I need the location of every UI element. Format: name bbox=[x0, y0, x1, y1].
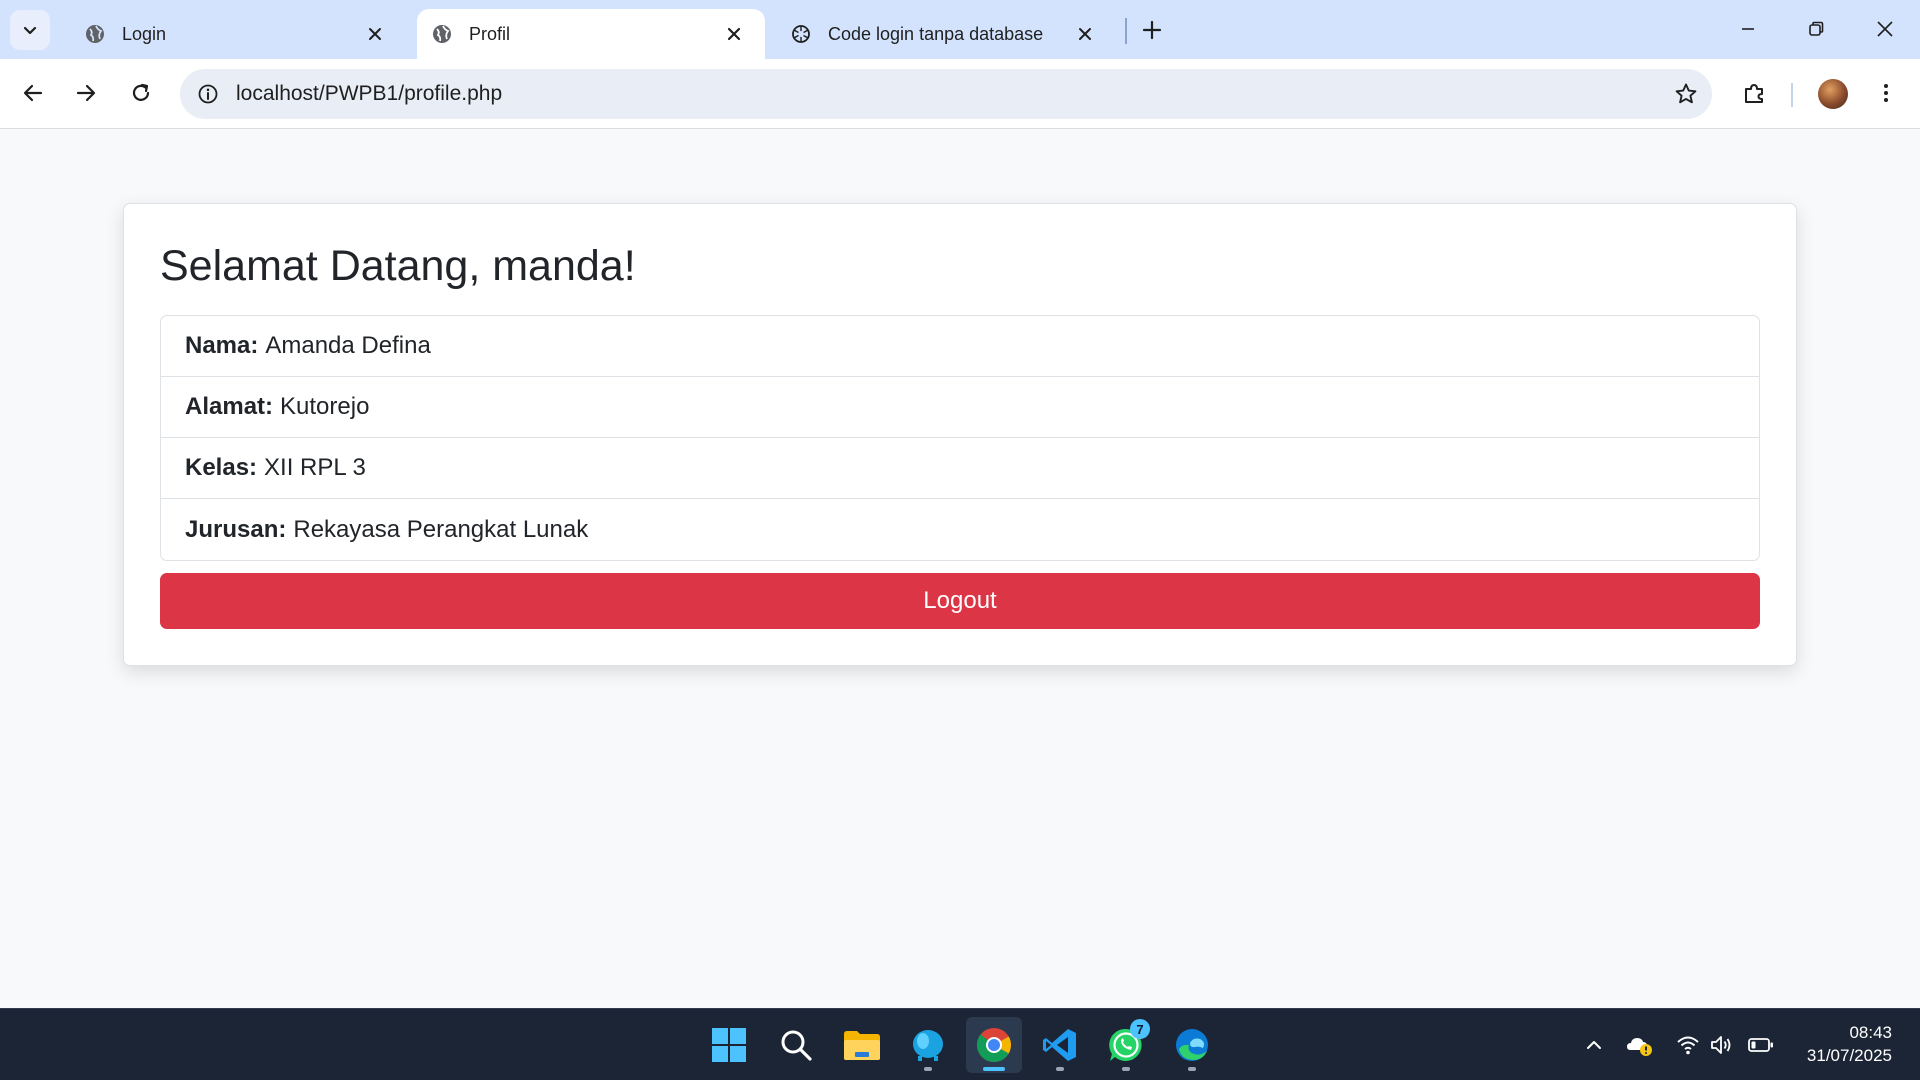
forward-button[interactable] bbox=[65, 72, 107, 114]
bookmark-star-icon[interactable] bbox=[1660, 69, 1712, 119]
show-hidden-icons-button[interactable] bbox=[1580, 1031, 1608, 1059]
taskbar-edge[interactable] bbox=[1164, 1017, 1220, 1073]
minimize-button[interactable] bbox=[1723, 6, 1773, 52]
reload-button[interactable] bbox=[120, 72, 162, 114]
page-title: Selamat Datang, manda! bbox=[160, 242, 636, 290]
tab-title: Code login tanpa database bbox=[828, 23, 1044, 44]
toolbar-separator bbox=[1791, 83, 1793, 107]
search-icon bbox=[781, 1030, 812, 1061]
field-label: Kelas: bbox=[185, 454, 258, 481]
list-item-alamat: Alamat: Kutorejo bbox=[161, 377, 1759, 438]
plus-icon bbox=[1142, 20, 1162, 40]
chrome-icon bbox=[976, 1028, 1011, 1062]
tab-title: Profil bbox=[469, 23, 511, 44]
field-value: Kutorejo bbox=[280, 393, 370, 420]
close-window-button[interactable] bbox=[1860, 6, 1910, 52]
running-indicator bbox=[1188, 1067, 1196, 1071]
url-text[interactable]: localhost/PWPB1/profile.php bbox=[236, 82, 1660, 106]
chevron-up-icon bbox=[1587, 1041, 1601, 1049]
taskbar-vscode[interactable] bbox=[1032, 1017, 1088, 1073]
tab-profil[interactable]: Profil bbox=[417, 9, 765, 59]
battery-icon bbox=[1748, 1038, 1773, 1052]
profile-card: Selamat Datang, manda! Nama: Amanda Defi… bbox=[123, 203, 1797, 666]
close-tab-icon[interactable] bbox=[1074, 23, 1096, 45]
speaker-icon bbox=[1711, 1036, 1731, 1054]
profile-avatar[interactable] bbox=[1818, 79, 1848, 109]
app-icon bbox=[913, 1030, 943, 1061]
tab-code-login[interactable]: Code login tanpa database bbox=[766, 9, 1116, 59]
taskbar-chrome[interactable] bbox=[966, 1017, 1022, 1073]
field-value: Amanda Defina bbox=[265, 332, 431, 359]
tab-search-button[interactable] bbox=[10, 10, 50, 50]
clock-date: 31/07/2025 bbox=[1806, 1046, 1892, 1065]
close-icon bbox=[1877, 21, 1893, 37]
back-button[interactable] bbox=[12, 72, 54, 114]
taskbar-app[interactable] bbox=[900, 1017, 956, 1073]
windows-taskbar: 7 08:43 31/07/2025 bbox=[0, 1008, 1920, 1080]
field-value: XII RPL 3 bbox=[264, 454, 366, 481]
close-tab-icon[interactable] bbox=[723, 23, 745, 45]
list-item-jurusan: Jurusan: Rekayasa Perangkat Lunak bbox=[161, 499, 1759, 560]
field-label: Jurusan: bbox=[185, 515, 287, 543]
extensions-button[interactable] bbox=[1733, 72, 1775, 114]
start-button[interactable] bbox=[701, 1017, 757, 1073]
new-tab-button[interactable] bbox=[1136, 14, 1168, 46]
list-item-kelas: Kelas: XII RPL 3 bbox=[161, 438, 1759, 499]
browser-menu-button[interactable] bbox=[1865, 72, 1907, 114]
cloud-warning-icon bbox=[1627, 1038, 1652, 1056]
clock-time: 08:43 bbox=[1849, 1023, 1892, 1042]
edge-icon bbox=[1176, 1029, 1208, 1061]
battery-tray[interactable] bbox=[1747, 1031, 1775, 1059]
close-tab-icon[interactable] bbox=[364, 23, 386, 45]
running-indicator bbox=[1056, 1067, 1064, 1071]
profile-info-list: Nama: Amanda Defina Alamat: Kutorejo Kel… bbox=[160, 315, 1760, 561]
file-explorer-icon bbox=[844, 1031, 880, 1060]
active-indicator bbox=[983, 1067, 1005, 1071]
onedrive-tray[interactable] bbox=[1626, 1031, 1654, 1059]
running-indicator bbox=[1122, 1067, 1130, 1071]
volume-tray[interactable] bbox=[1708, 1031, 1736, 1059]
start-icon bbox=[712, 1028, 746, 1062]
taskbar-whatsapp[interactable]: 7 bbox=[1098, 1017, 1154, 1073]
chevron-down-icon bbox=[23, 26, 37, 35]
chatgpt-icon bbox=[790, 23, 812, 45]
tab-title: Login bbox=[122, 23, 167, 44]
vscode-icon bbox=[1043, 1029, 1076, 1061]
running-indicator bbox=[924, 1067, 932, 1071]
field-label: Nama: bbox=[185, 332, 259, 359]
globe-icon bbox=[431, 23, 453, 45]
restore-button[interactable] bbox=[1791, 6, 1841, 52]
tab-login[interactable]: Login bbox=[60, 9, 406, 59]
wifi-icon bbox=[1677, 1036, 1699, 1055]
address-bar[interactable]: localhost/PWPB1/profile.php bbox=[180, 69, 1712, 119]
site-info-icon[interactable] bbox=[180, 69, 236, 119]
list-item-nama: Nama: Amanda Defina bbox=[161, 316, 1759, 377]
field-label: Alamat: bbox=[185, 393, 274, 420]
taskbar-search-button[interactable] bbox=[768, 1017, 824, 1073]
field-value: Rekayasa Perangkat Lunak bbox=[293, 515, 589, 543]
tab-separator bbox=[1125, 18, 1127, 44]
back-arrow-icon bbox=[23, 84, 43, 102]
logout-button[interactable]: Logout bbox=[160, 573, 1760, 629]
restore-icon bbox=[1809, 21, 1824, 36]
minimize-icon bbox=[1742, 28, 1754, 30]
browser-tab-strip: Login Profil Code login tanpa database bbox=[0, 0, 1920, 59]
notification-badge: 7 bbox=[1130, 1019, 1150, 1039]
more-vert-icon bbox=[1884, 84, 1888, 102]
system-clock[interactable]: 08:43 31/07/2025 bbox=[1807, 1021, 1892, 1067]
forward-arrow-icon bbox=[76, 84, 96, 102]
globe-icon bbox=[84, 23, 106, 45]
browser-toolbar: localhost/PWPB1/profile.php bbox=[0, 59, 1920, 129]
wifi-tray[interactable] bbox=[1674, 1031, 1702, 1059]
reload-icon bbox=[132, 83, 150, 101]
puzzle-icon bbox=[1745, 84, 1763, 103]
taskbar-file-explorer[interactable] bbox=[834, 1017, 890, 1073]
